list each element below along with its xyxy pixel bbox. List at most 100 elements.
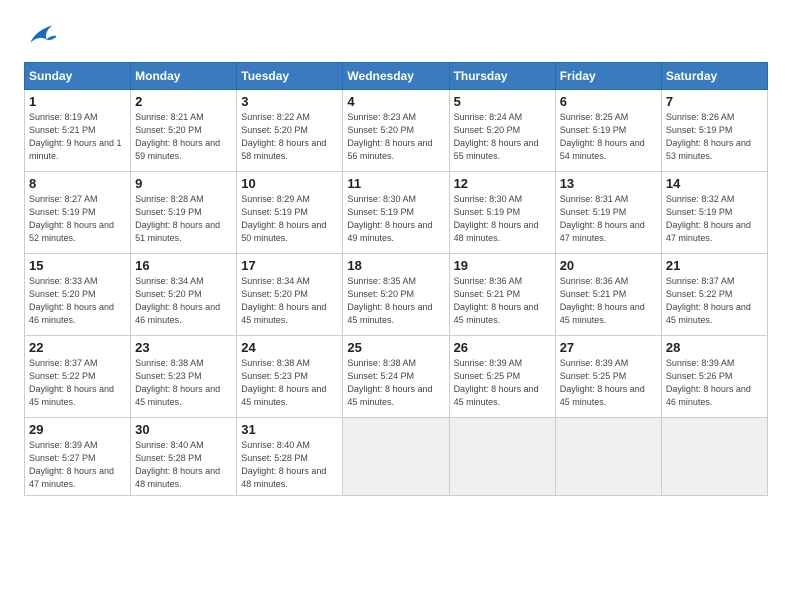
day-info: Sunrise: 8:38 AMSunset: 5:23 PMDaylight:… [241, 357, 338, 409]
day-info: Sunrise: 8:25 AMSunset: 5:19 PMDaylight:… [560, 111, 657, 163]
col-tuesday: Tuesday [237, 63, 343, 90]
table-row [343, 418, 449, 496]
day-info: Sunrise: 8:34 AMSunset: 5:20 PMDaylight:… [241, 275, 338, 327]
day-number: 30 [135, 422, 232, 437]
day-info: Sunrise: 8:28 AMSunset: 5:19 PMDaylight:… [135, 193, 232, 245]
day-info: Sunrise: 8:31 AMSunset: 5:19 PMDaylight:… [560, 193, 657, 245]
day-info: Sunrise: 8:36 AMSunset: 5:21 PMDaylight:… [560, 275, 657, 327]
day-number: 22 [29, 340, 126, 355]
table-row: 15Sunrise: 8:33 AMSunset: 5:20 PMDayligh… [25, 254, 131, 336]
day-info: Sunrise: 8:39 AMSunset: 5:25 PMDaylight:… [454, 357, 551, 409]
table-row: 5 Sunrise: 8:24 AMSunset: 5:20 PMDaylight… [449, 90, 555, 172]
header [24, 20, 768, 48]
day-number: 6 [560, 94, 657, 109]
table-row: 2 Sunrise: 8:21 AMSunset: 5:20 PMDaylight… [131, 90, 237, 172]
day-info: Sunrise: 8:23 AMSunset: 5:20 PMDaylight:… [347, 111, 444, 163]
calendar-week-4: 22 Sunrise: 8:37 AMSunset: 5:22 PMDayligh… [25, 336, 768, 418]
table-row: 30 Sunrise: 8:40 AMSunset: 5:28 PMDayligh… [131, 418, 237, 496]
day-info: Sunrise: 8:22 AMSunset: 5:20 PMDaylight:… [241, 111, 338, 163]
table-row: 23 Sunrise: 8:38 AMSunset: 5:23 PMDayligh… [131, 336, 237, 418]
col-thursday: Thursday [449, 63, 555, 90]
day-info: Sunrise: 8:40 AMSunset: 5:28 PMDaylight:… [135, 439, 232, 491]
day-number: 23 [135, 340, 232, 355]
day-number: 5 [454, 94, 551, 109]
calendar-week-3: 15Sunrise: 8:33 AMSunset: 5:20 PMDayligh… [25, 254, 768, 336]
day-number: 31 [241, 422, 338, 437]
table-row: 17 Sunrise: 8:34 AMSunset: 5:20 PMDayligh… [237, 254, 343, 336]
calendar-header: Sunday Monday Tuesday Wednesday Thursday… [25, 63, 768, 90]
day-info: Sunrise: 8:40 AMSunset: 5:28 PMDaylight:… [241, 439, 338, 491]
day-number: 18 [347, 258, 444, 273]
table-row: 1Sunrise: 8:19 AMSunset: 5:21 PMDaylight… [25, 90, 131, 172]
day-number: 26 [454, 340, 551, 355]
day-info: Sunrise: 8:30 AMSunset: 5:19 PMDaylight:… [454, 193, 551, 245]
table-row: 31 Sunrise: 8:40 AMSunset: 5:28 PMDayligh… [237, 418, 343, 496]
table-row: 21Sunrise: 8:37 AMSunset: 5:22 PMDayligh… [661, 254, 767, 336]
calendar-week-5: 29Sunrise: 8:39 AMSunset: 5:27 PMDayligh… [25, 418, 768, 496]
table-row: 4 Sunrise: 8:23 AMSunset: 5:20 PMDaylight… [343, 90, 449, 172]
table-row: 20Sunrise: 8:36 AMSunset: 5:21 PMDayligh… [555, 254, 661, 336]
day-number: 8 [29, 176, 126, 191]
table-row: 9 Sunrise: 8:28 AMSunset: 5:19 PMDaylight… [131, 172, 237, 254]
day-info: Sunrise: 8:37 AMSunset: 5:22 PMDaylight:… [29, 357, 126, 409]
day-info: Sunrise: 8:32 AMSunset: 5:19 PMDaylight:… [666, 193, 763, 245]
table-row: 8 Sunrise: 8:27 AMSunset: 5:19 PMDaylight… [25, 172, 131, 254]
day-number: 3 [241, 94, 338, 109]
day-number: 7 [666, 94, 763, 109]
col-saturday: Saturday [661, 63, 767, 90]
day-number: 2 [135, 94, 232, 109]
table-row: 13 Sunrise: 8:31 AMSunset: 5:19 PMDayligh… [555, 172, 661, 254]
table-row: 19 Sunrise: 8:36 AMSunset: 5:21 PMDayligh… [449, 254, 555, 336]
day-number: 24 [241, 340, 338, 355]
table-row: 29Sunrise: 8:39 AMSunset: 5:27 PMDayligh… [25, 418, 131, 496]
calendar: Sunday Monday Tuesday Wednesday Thursday… [24, 62, 768, 496]
day-info: Sunrise: 8:38 AMSunset: 5:23 PMDaylight:… [135, 357, 232, 409]
logo [24, 20, 62, 48]
day-info: Sunrise: 8:39 AMSunset: 5:25 PMDaylight:… [560, 357, 657, 409]
day-info: Sunrise: 8:38 AMSunset: 5:24 PMDaylight:… [347, 357, 444, 409]
day-info: Sunrise: 8:24 AMSunset: 5:20 PMDaylight:… [454, 111, 551, 163]
logo-icon [24, 20, 56, 48]
day-info: Sunrise: 8:36 AMSunset: 5:21 PMDaylight:… [454, 275, 551, 327]
day-info: Sunrise: 8:39 AMSunset: 5:26 PMDaylight:… [666, 357, 763, 409]
calendar-week-1: 1Sunrise: 8:19 AMSunset: 5:21 PMDaylight… [25, 90, 768, 172]
day-info: Sunrise: 8:21 AMSunset: 5:20 PMDaylight:… [135, 111, 232, 163]
day-number: 4 [347, 94, 444, 109]
day-number: 13 [560, 176, 657, 191]
day-info: Sunrise: 8:29 AMSunset: 5:19 PMDaylight:… [241, 193, 338, 245]
day-info: Sunrise: 8:27 AMSunset: 5:19 PMDaylight:… [29, 193, 126, 245]
col-sunday: Sunday [25, 63, 131, 90]
table-row: 22 Sunrise: 8:37 AMSunset: 5:22 PMDayligh… [25, 336, 131, 418]
day-info: Sunrise: 8:37 AMSunset: 5:22 PMDaylight:… [666, 275, 763, 327]
col-friday: Friday [555, 63, 661, 90]
day-number: 25 [347, 340, 444, 355]
table-row: 27Sunrise: 8:39 AMSunset: 5:25 PMDayligh… [555, 336, 661, 418]
table-row [555, 418, 661, 496]
table-row: 7 Sunrise: 8:26 AMSunset: 5:19 PMDaylight… [661, 90, 767, 172]
table-row: 3 Sunrise: 8:22 AMSunset: 5:20 PMDaylight… [237, 90, 343, 172]
table-row: 10 Sunrise: 8:29 AMSunset: 5:19 PMDayligh… [237, 172, 343, 254]
calendar-week-2: 8 Sunrise: 8:27 AMSunset: 5:19 PMDaylight… [25, 172, 768, 254]
day-info: Sunrise: 8:34 AMSunset: 5:20 PMDaylight:… [135, 275, 232, 327]
table-row: 14 Sunrise: 8:32 AMSunset: 5:19 PMDayligh… [661, 172, 767, 254]
day-number: 17 [241, 258, 338, 273]
table-row [661, 418, 767, 496]
day-number: 9 [135, 176, 232, 191]
day-number: 28 [666, 340, 763, 355]
day-number: 16 [135, 258, 232, 273]
table-row: 16 Sunrise: 8:34 AMSunset: 5:20 PMDayligh… [131, 254, 237, 336]
table-row: 28 Sunrise: 8:39 AMSunset: 5:26 PMDayligh… [661, 336, 767, 418]
table-row: 6 Sunrise: 8:25 AMSunset: 5:19 PMDaylight… [555, 90, 661, 172]
table-row: 24 Sunrise: 8:38 AMSunset: 5:23 PMDayligh… [237, 336, 343, 418]
day-number: 19 [454, 258, 551, 273]
day-info: Sunrise: 8:30 AMSunset: 5:19 PMDaylight:… [347, 193, 444, 245]
day-number: 14 [666, 176, 763, 191]
day-number: 12 [454, 176, 551, 191]
day-number: 1 [29, 94, 126, 109]
day-number: 10 [241, 176, 338, 191]
table-row [449, 418, 555, 496]
col-monday: Monday [131, 63, 237, 90]
day-info: Sunrise: 8:26 AMSunset: 5:19 PMDaylight:… [666, 111, 763, 163]
day-info: Sunrise: 8:35 AMSunset: 5:20 PMDaylight:… [347, 275, 444, 327]
table-row: 25 Sunrise: 8:38 AMSunset: 5:24 PMDayligh… [343, 336, 449, 418]
